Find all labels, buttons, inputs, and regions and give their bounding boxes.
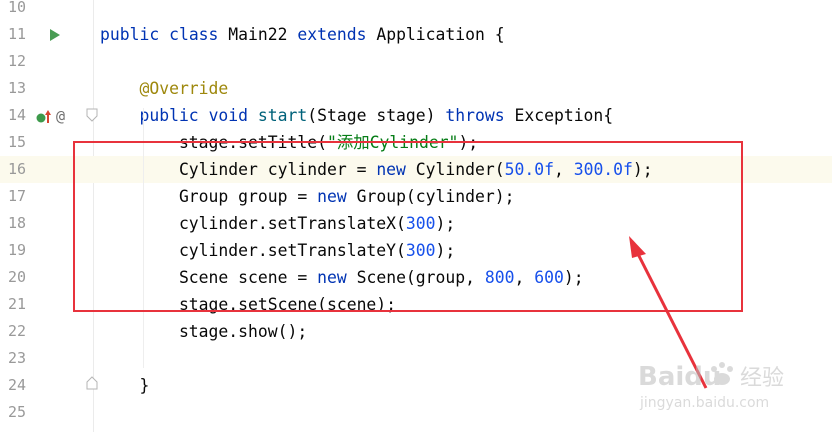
watermark-brand: Baidu (638, 362, 721, 392)
watermark-url: jingyan.baidu.com (639, 395, 769, 411)
baidu-jingyan-watermark: Baidu 经验 jingyan.baidu.com (638, 362, 784, 411)
watermark-brand-cn: 经验 (740, 366, 784, 391)
